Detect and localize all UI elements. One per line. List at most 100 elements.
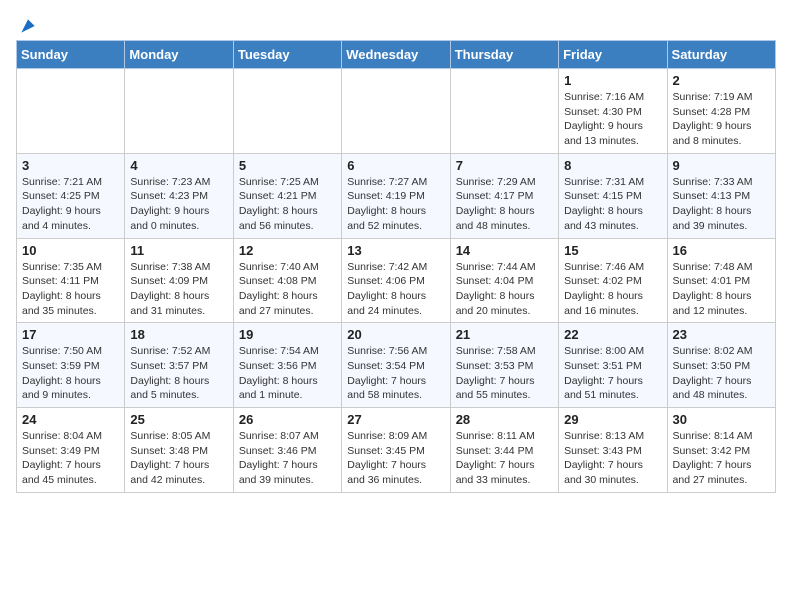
day-number: 13 <box>347 243 444 258</box>
day-number: 9 <box>673 158 770 173</box>
day-info: Sunrise: 7:58 AMSunset: 3:53 PMDaylight:… <box>456 344 553 403</box>
day-info: Sunrise: 7:27 AMSunset: 4:19 PMDaylight:… <box>347 175 444 234</box>
day-info: Sunrise: 8:11 AMSunset: 3:44 PMDaylight:… <box>456 429 553 488</box>
calendar-cell: 6 Sunrise: 7:27 AMSunset: 4:19 PMDaylight… <box>342 153 450 238</box>
day-info: Sunrise: 8:04 AMSunset: 3:49 PMDaylight:… <box>22 429 119 488</box>
day-number: 30 <box>673 412 770 427</box>
calendar-cell: 10 Sunrise: 7:35 AMSunset: 4:11 PMDayligh… <box>17 238 125 323</box>
calendar-cell: 13 Sunrise: 7:42 AMSunset: 4:06 PMDayligh… <box>342 238 450 323</box>
day-number: 19 <box>239 327 336 342</box>
calendar-cell: 27 Sunrise: 8:09 AMSunset: 3:45 PMDayligh… <box>342 408 450 493</box>
weekday-header: Thursday <box>450 41 558 69</box>
calendar-cell: 2Sunrise: 7:19 AMSunset: 4:28 PMDaylight… <box>667 69 775 154</box>
calendar-cell <box>233 69 341 154</box>
calendar-cell: 25 Sunrise: 8:05 AMSunset: 3:48 PMDayligh… <box>125 408 233 493</box>
day-number: 20 <box>347 327 444 342</box>
calendar-cell: 21 Sunrise: 7:58 AMSunset: 3:53 PMDayligh… <box>450 323 558 408</box>
day-number: 10 <box>22 243 119 258</box>
day-info: Sunrise: 7:40 AMSunset: 4:08 PMDaylight:… <box>239 260 336 319</box>
day-info: Sunrise: 7:42 AMSunset: 4:06 PMDaylight:… <box>347 260 444 319</box>
day-number: 18 <box>130 327 227 342</box>
weekday-header: Saturday <box>667 41 775 69</box>
calendar-cell: 22 Sunrise: 8:00 AMSunset: 3:51 PMDayligh… <box>559 323 667 408</box>
day-info: Sunrise: 7:33 AMSunset: 4:13 PMDaylight:… <box>673 175 770 234</box>
calendar-cell: 8 Sunrise: 7:31 AMSunset: 4:15 PMDaylight… <box>559 153 667 238</box>
page-header <box>16 16 776 32</box>
weekday-header: Sunday <box>17 41 125 69</box>
day-info: Sunrise: 8:14 AMSunset: 3:42 PMDaylight:… <box>673 429 770 488</box>
day-number: 11 <box>130 243 227 258</box>
day-number: 4 <box>130 158 227 173</box>
calendar-cell: 28 Sunrise: 8:11 AMSunset: 3:44 PMDayligh… <box>450 408 558 493</box>
calendar-cell: 19 Sunrise: 7:54 AMSunset: 3:56 PMDayligh… <box>233 323 341 408</box>
calendar-header-row: SundayMondayTuesdayWednesdayThursdayFrid… <box>17 41 776 69</box>
day-info: Sunrise: 8:09 AMSunset: 3:45 PMDaylight:… <box>347 429 444 488</box>
calendar-cell: 29 Sunrise: 8:13 AMSunset: 3:43 PMDayligh… <box>559 408 667 493</box>
day-number: 24 <box>22 412 119 427</box>
calendar-cell <box>17 69 125 154</box>
calendar: SundayMondayTuesdayWednesdayThursdayFrid… <box>16 40 776 493</box>
calendar-cell: 20 Sunrise: 7:56 AMSunset: 3:54 PMDayligh… <box>342 323 450 408</box>
day-number: 3 <box>22 158 119 173</box>
day-number: 15 <box>564 243 661 258</box>
calendar-cell: 16Sunrise: 7:48 AMSunset: 4:01 PMDayligh… <box>667 238 775 323</box>
day-info: Sunrise: 8:13 AMSunset: 3:43 PMDaylight:… <box>564 429 661 488</box>
calendar-cell: 17 Sunrise: 7:50 AMSunset: 3:59 PMDayligh… <box>17 323 125 408</box>
day-number: 17 <box>22 327 119 342</box>
day-info: Sunrise: 7:25 AMSunset: 4:21 PMDaylight:… <box>239 175 336 234</box>
day-info: Sunrise: 7:31 AMSunset: 4:15 PMDaylight:… <box>564 175 661 234</box>
day-info: Sunrise: 7:48 AMSunset: 4:01 PMDaylight:… <box>673 260 770 319</box>
day-number: 14 <box>456 243 553 258</box>
day-number: 7 <box>456 158 553 173</box>
calendar-cell: 4Sunrise: 7:23 AMSunset: 4:23 PMDaylight… <box>125 153 233 238</box>
weekday-header: Monday <box>125 41 233 69</box>
day-number: 12 <box>239 243 336 258</box>
calendar-cell: 18 Sunrise: 7:52 AMSunset: 3:57 PMDayligh… <box>125 323 233 408</box>
calendar-cell: 5Sunrise: 7:25 AMSunset: 4:21 PMDaylight… <box>233 153 341 238</box>
day-info: Sunrise: 7:54 AMSunset: 3:56 PMDaylight:… <box>239 344 336 403</box>
day-number: 22 <box>564 327 661 342</box>
day-info: Sunrise: 8:05 AMSunset: 3:48 PMDaylight:… <box>130 429 227 488</box>
day-number: 23 <box>673 327 770 342</box>
day-info: Sunrise: 7:29 AMSunset: 4:17 PMDaylight:… <box>456 175 553 234</box>
calendar-cell: 3 Sunrise: 7:21 AMSunset: 4:25 PMDaylight… <box>17 153 125 238</box>
calendar-week-row: 10 Sunrise: 7:35 AMSunset: 4:11 PMDayligh… <box>17 238 776 323</box>
weekday-header: Wednesday <box>342 41 450 69</box>
calendar-cell <box>342 69 450 154</box>
day-number: 1 <box>564 73 661 88</box>
logo-icon <box>18 16 38 36</box>
day-info: Sunrise: 8:07 AMSunset: 3:46 PMDaylight:… <box>239 429 336 488</box>
calendar-week-row: 17 Sunrise: 7:50 AMSunset: 3:59 PMDayligh… <box>17 323 776 408</box>
day-info: Sunrise: 7:50 AMSunset: 3:59 PMDaylight:… <box>22 344 119 403</box>
day-info: Sunrise: 7:21 AMSunset: 4:25 PMDaylight:… <box>22 175 119 234</box>
weekday-header: Friday <box>559 41 667 69</box>
day-info: Sunrise: 8:02 AMSunset: 3:50 PMDaylight:… <box>673 344 770 403</box>
day-info: Sunrise: 7:16 AMSunset: 4:30 PMDaylight:… <box>564 90 661 149</box>
calendar-cell: 1 Sunrise: 7:16 AMSunset: 4:30 PMDaylight… <box>559 69 667 154</box>
day-number: 21 <box>456 327 553 342</box>
day-number: 2 <box>673 73 770 88</box>
day-info: Sunrise: 7:46 AMSunset: 4:02 PMDaylight:… <box>564 260 661 319</box>
day-number: 8 <box>564 158 661 173</box>
day-number: 26 <box>239 412 336 427</box>
calendar-week-row: 24 Sunrise: 8:04 AMSunset: 3:49 PMDayligh… <box>17 408 776 493</box>
day-info: Sunrise: 7:38 AMSunset: 4:09 PMDaylight:… <box>130 260 227 319</box>
calendar-cell: 12 Sunrise: 7:40 AMSunset: 4:08 PMDayligh… <box>233 238 341 323</box>
day-info: Sunrise: 7:56 AMSunset: 3:54 PMDaylight:… <box>347 344 444 403</box>
calendar-cell <box>125 69 233 154</box>
day-number: 6 <box>347 158 444 173</box>
weekday-header: Tuesday <box>233 41 341 69</box>
day-number: 29 <box>564 412 661 427</box>
calendar-cell: 24 Sunrise: 8:04 AMSunset: 3:49 PMDayligh… <box>17 408 125 493</box>
day-number: 25 <box>130 412 227 427</box>
day-number: 27 <box>347 412 444 427</box>
calendar-cell: 9 Sunrise: 7:33 AMSunset: 4:13 PMDaylight… <box>667 153 775 238</box>
day-number: 28 <box>456 412 553 427</box>
day-info: Sunrise: 8:00 AMSunset: 3:51 PMDaylight:… <box>564 344 661 403</box>
calendar-week-row: 1 Sunrise: 7:16 AMSunset: 4:30 PMDaylight… <box>17 69 776 154</box>
calendar-cell: 14Sunrise: 7:44 AMSunset: 4:04 PMDayligh… <box>450 238 558 323</box>
day-info: Sunrise: 7:52 AMSunset: 3:57 PMDaylight:… <box>130 344 227 403</box>
day-info: Sunrise: 7:35 AMSunset: 4:11 PMDaylight:… <box>22 260 119 319</box>
calendar-cell: 15 Sunrise: 7:46 AMSunset: 4:02 PMDayligh… <box>559 238 667 323</box>
calendar-cell: 7 Sunrise: 7:29 AMSunset: 4:17 PMDaylight… <box>450 153 558 238</box>
